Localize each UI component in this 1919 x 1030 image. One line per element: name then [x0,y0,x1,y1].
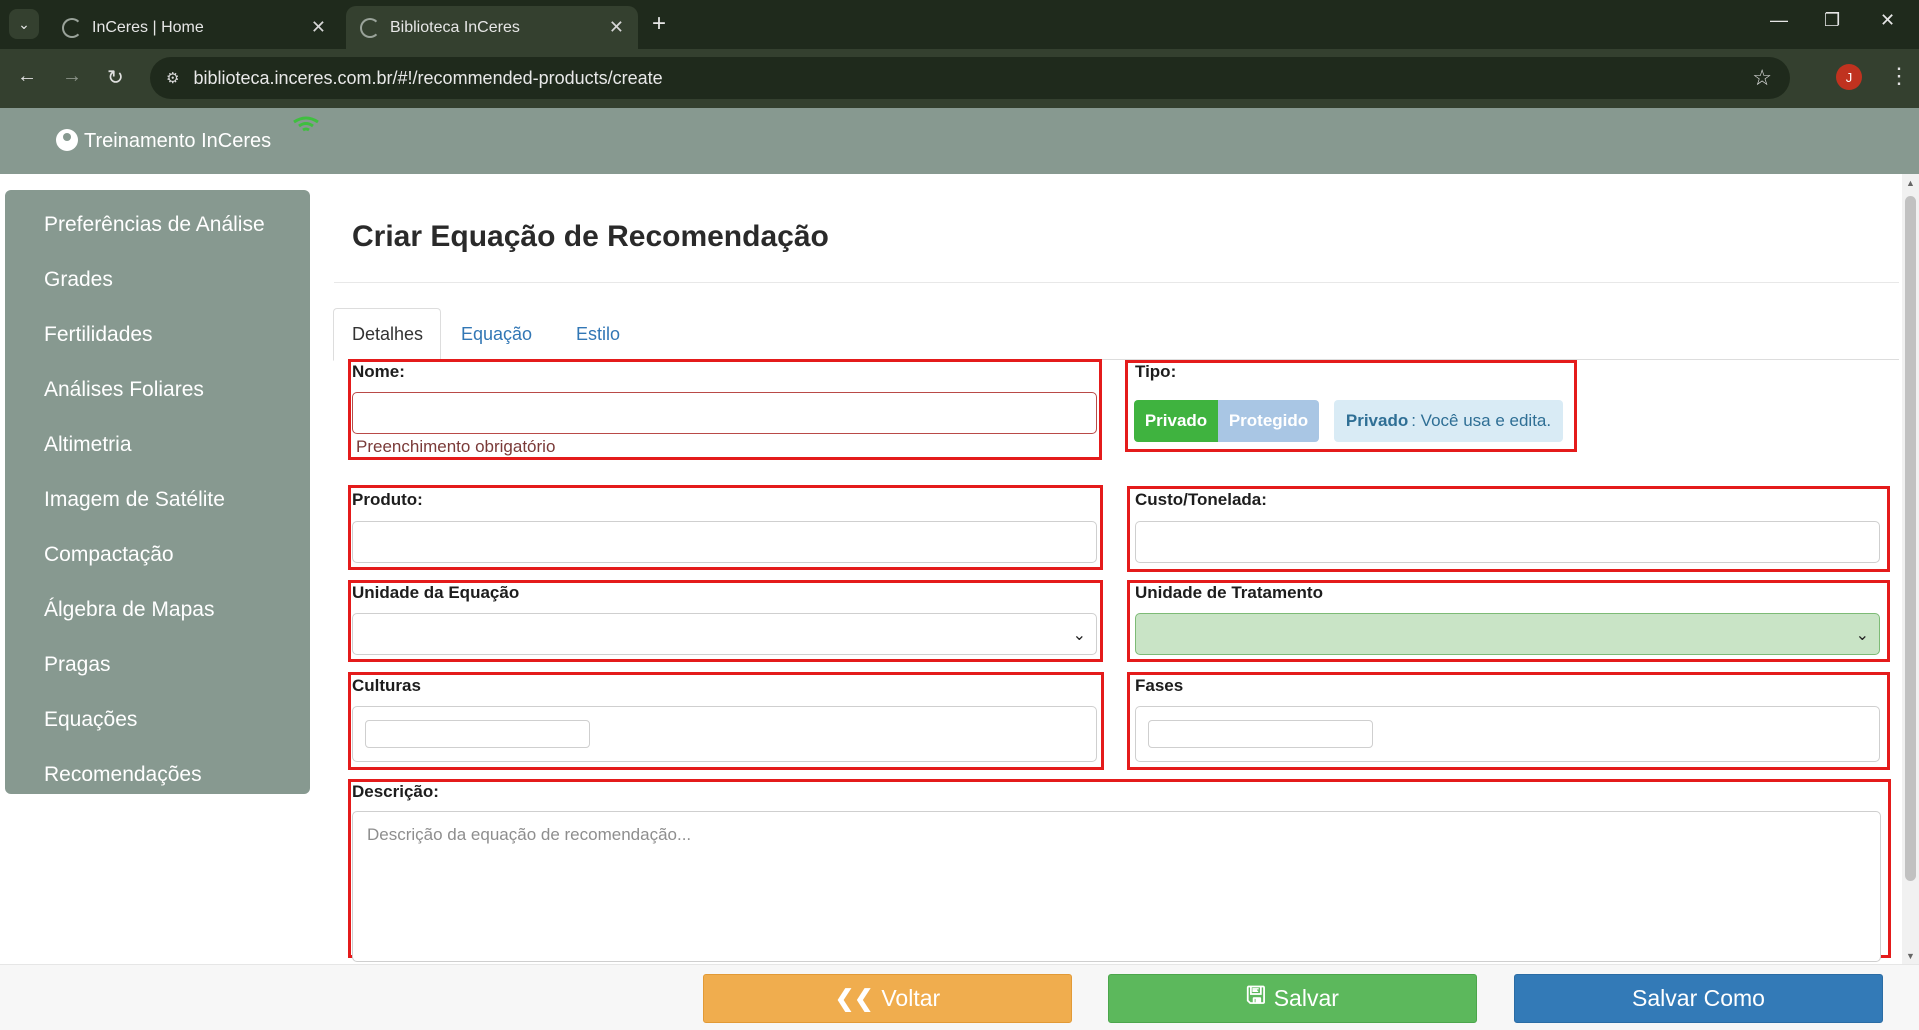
custo-input[interactable] [1135,521,1880,563]
sidebar-item-preferencias[interactable]: Preferências de Análise [5,197,310,252]
new-tab-button[interactable]: + [652,12,666,36]
tab-search-button[interactable]: ⌄ [9,9,39,39]
window-close-icon[interactable]: ✕ [1880,10,1895,31]
sidebar-item-algebra-mapas[interactable]: Álgebra de Mapas [5,582,310,637]
salvar-como-label: Salvar Como [1632,985,1765,1011]
sidebar-item-equacoes[interactable]: Equações [5,692,310,747]
sidebar-item-compactacao[interactable]: Compactação [5,527,310,582]
nome-required-help: Preenchimento obrigatório [356,437,556,456]
form-tabs: Detalhes Equação Estilo [333,308,1899,361]
tipo-privado-button[interactable]: Privado [1134,400,1218,442]
minimize-icon[interactable]: — [1770,10,1788,31]
unidade-tratamento-label: Unidade de Tratamento [1135,583,1323,602]
restore-icon[interactable]: ❐ [1824,10,1840,31]
custo-label: Custo/Tonelada: [1135,490,1267,509]
voltar-button[interactable]: ❮❮ Voltar [703,974,1072,1023]
tipo-note-text: : Você usa e edita. [1411,411,1552,430]
descricao-textarea[interactable]: Descrição da equação de recomendação... [352,811,1881,962]
chevron-down-icon: ⌄ [1855,627,1869,644]
back-arrow-icon[interactable]: ← [17,65,37,88]
divider [334,282,1899,283]
fases-tag-input[interactable] [1135,706,1880,762]
browser-tab-bar: ⌄ InCeres | Home ✕ Biblioteca InCeres ✕ … [0,0,1919,49]
unidade-tratamento-select[interactable]: ⌄ [1135,613,1880,655]
nome-input[interactable] [352,392,1097,434]
sidebar-item-imagem-satelite[interactable]: Imagem de Satélite [5,472,310,527]
scrollbar-thumb[interactable] [1905,196,1916,881]
tipo-info-note: Privado : Você usa e edita. [1334,400,1563,442]
salvar-button[interactable]: 🖫 Salvar [1108,974,1477,1023]
inceres-favicon-icon [360,17,380,38]
unidade-equacao-label: Unidade da Equação [352,583,520,602]
chevron-down-icon: ⌄ [1072,627,1086,644]
inceres-favicon-icon [62,17,82,38]
descricao-label: Descrição: [352,782,439,801]
sidebar-item-altimetria[interactable]: Altimetria [5,417,310,472]
url-text[interactable]: biblioteca.inceres.com.br/#!/recommended… [193,68,662,89]
fases-search-input[interactable] [1148,720,1373,748]
tab-estilo[interactable]: Estilo [558,308,638,360]
browser-tab-biblioteca[interactable]: Biblioteca InCeres ✕ [346,6,638,49]
scroll-down-arrow-icon[interactable]: ▼ [1906,951,1915,961]
close-icon[interactable]: ✕ [609,17,624,38]
produto-input[interactable] [352,521,1097,563]
tab-title: Biblioteca InCeres [390,18,520,36]
form-footer: ❮❮ Voltar 🖫 Salvar Salvar Como [0,964,1919,1030]
produto-label: Produto: [352,490,423,509]
culturas-tag-input[interactable] [352,706,1097,762]
tab-title: InCeres | Home [92,18,204,36]
more-menu-icon[interactable]: ⋮ [1888,63,1910,89]
wifi-icon [293,116,319,132]
unidade-equacao-select[interactable]: ⌄ [352,613,1097,655]
sidebar-item-grades[interactable]: Grades [5,252,310,307]
address-bar[interactable]: ⚙ biblioteca.inceres.com.br/#!/recommend… [150,57,1790,99]
sidebar-item-recomendacoes[interactable]: Recomendações [5,747,310,802]
tipo-toggle: Privado Protegido [1134,400,1319,442]
site-settings-icon[interactable]: ⚙ [166,69,179,87]
browser-toolbar: ← → ↻ ⚙ biblioteca.inceres.com.br/#!/rec… [0,49,1919,108]
culturas-label: Culturas [352,676,421,695]
sidebar-item-analises-foliares[interactable]: Análises Foliares [5,362,310,417]
sidebar-item-pragas[interactable]: Pragas [5,637,310,692]
page-title: Criar Equação de Recomendação [352,220,829,253]
nome-label: Nome: [352,362,405,381]
forward-arrow-icon[interactable]: → [62,65,82,88]
tipo-note-bold: Privado [1345,411,1409,430]
sidebar-item-fertilidades[interactable]: Fertilidades [5,307,310,362]
tab-equacao[interactable]: Equação [443,308,550,360]
tipo-protegido-button[interactable]: Protegido [1218,400,1319,442]
voltar-label: Voltar [881,985,941,1011]
double-chevron-left-icon: ❮❮ [834,985,874,1011]
app-header: Treinamento InCeres [0,108,1919,174]
salvar-label: Salvar [1273,985,1339,1011]
tipo-label: Tipo: [1135,362,1177,381]
tab-detalhes[interactable]: Detalhes [333,308,441,361]
floppy-disk-icon: 🖫 [1246,982,1266,1008]
scroll-up-arrow-icon[interactable]: ▲ [1906,178,1915,188]
profile-avatar[interactable]: J [1836,64,1862,90]
sidebar: Preferências de Análise Grades Fertilida… [5,190,310,794]
salvar-como-button[interactable]: Salvar Como [1514,974,1883,1023]
reload-icon[interactable]: ↻ [107,65,124,90]
culturas-search-input[interactable] [365,720,590,748]
fases-label: Fases [1135,676,1184,695]
close-icon[interactable]: ✕ [311,17,326,38]
page-scrollbar[interactable]: ▲ ▼ [1902,174,1919,964]
user-name[interactable]: Treinamento InCeres [84,130,271,153]
chevron-down-icon: ⌄ [18,15,30,32]
star-icon[interactable]: ☆ [1752,65,1772,91]
user-circle-icon [56,129,78,151]
browser-tab-home[interactable]: InCeres | Home ✕ [48,6,340,49]
